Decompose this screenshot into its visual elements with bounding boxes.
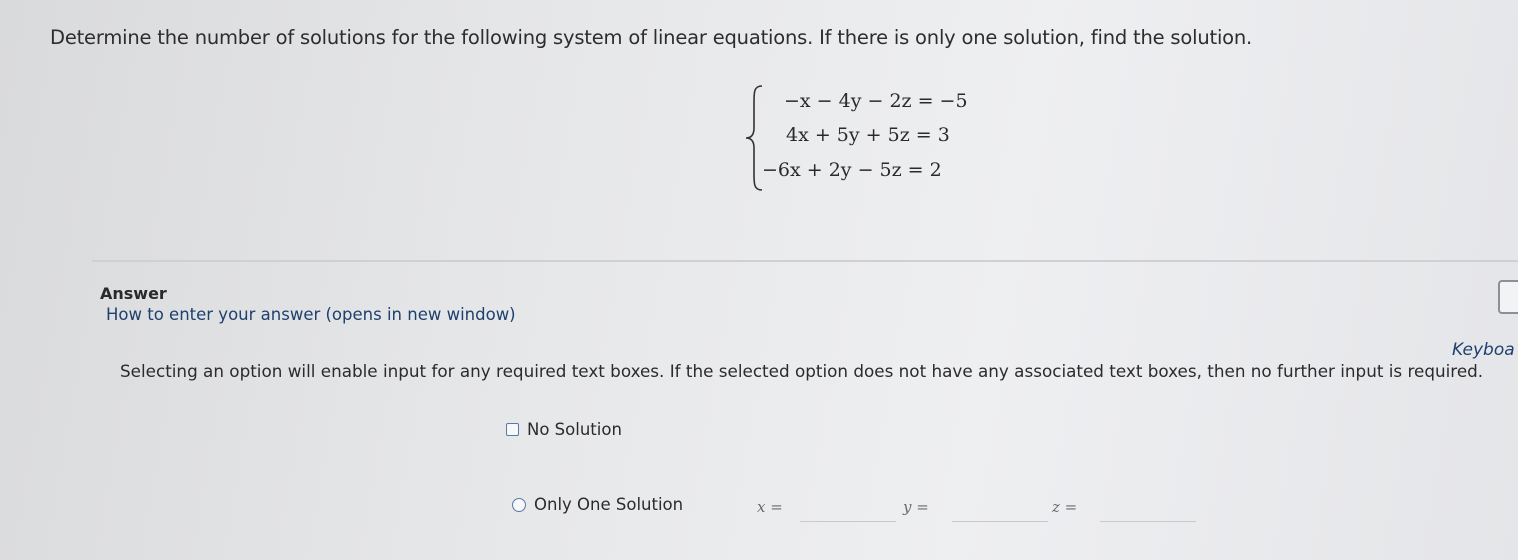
equation-system: −x − 4y − 2z = −5 4x + 5y + 5z = 3 −6x +… [744,84,1004,192]
answer-help-link[interactable]: How to enter your answer (opens in new w… [106,305,516,324]
y-label: y = [903,498,929,516]
option-only-one-solution[interactable]: Only One Solution [512,495,683,514]
radio-icon[interactable] [512,497,526,512]
option-no-solution[interactable]: No Solution [506,420,622,439]
question-prompt: Determine the number of solutions for th… [50,26,1253,49]
z-label: z = [1052,498,1078,516]
x-input[interactable] [800,499,896,522]
answer-instructions: Selecting an option will enable input fo… [120,361,1484,381]
equation-3: −6x + 2y − 5z = 2 [762,159,942,181]
keyboard-toggle-label[interactable]: Keyboa [1452,340,1515,360]
y-input[interactable] [952,499,1048,522]
checkbox-icon[interactable] [506,423,519,436]
x-label: x = [757,498,783,516]
answer-heading: Answer [100,284,167,303]
equation-1: −x − 4y − 2z = −5 [784,90,968,112]
option-only-one-solution-label: Only One Solution [534,495,684,514]
z-input[interactable] [1100,499,1196,522]
option-no-solution-label: No Solution [527,420,622,439]
equation-2: 4x + 5y + 5z = 3 [786,124,950,146]
section-divider [92,260,1518,262]
keyboard-icon[interactable] [1498,280,1518,314]
